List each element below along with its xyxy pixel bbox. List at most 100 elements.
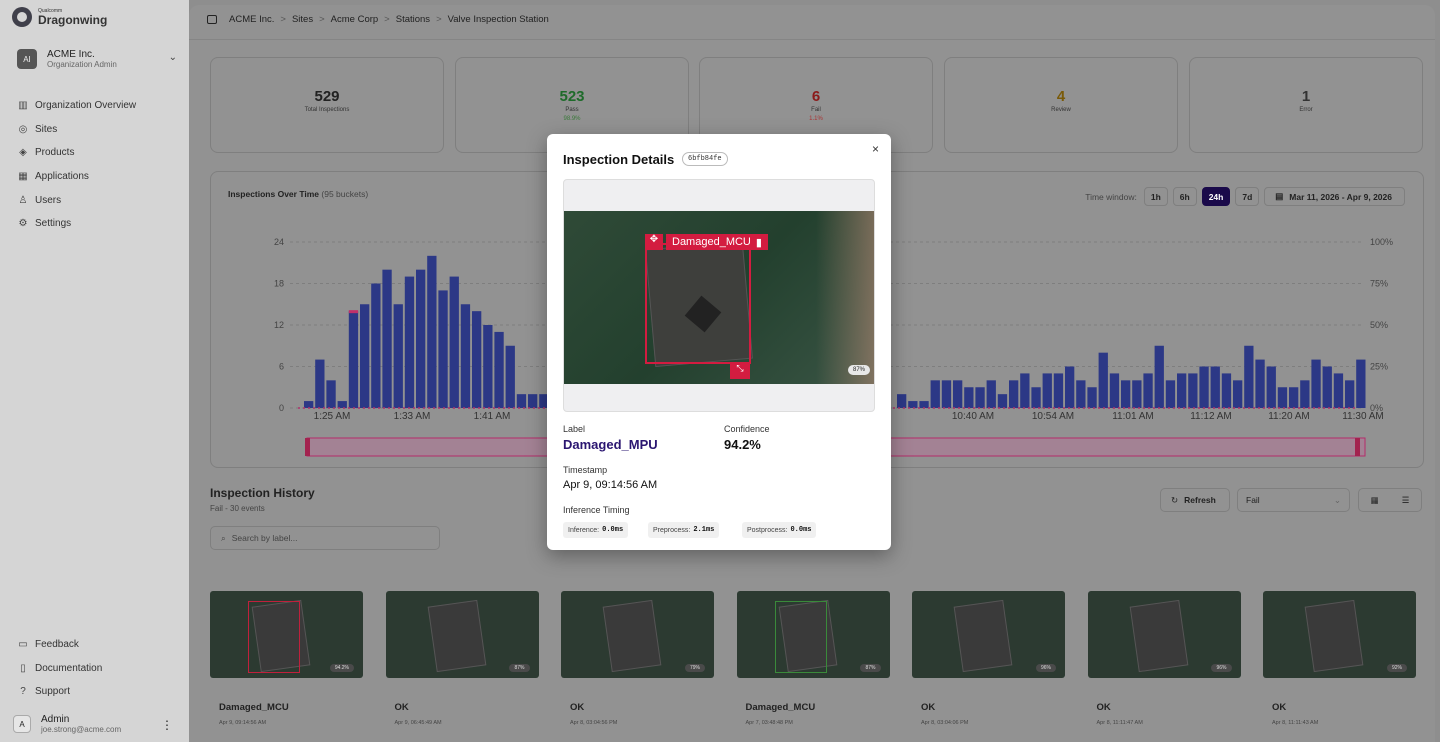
search-placeholder: Search by label... <box>231 533 298 543</box>
org-role: Organization Admin <box>47 60 117 69</box>
status-filter-select[interactable]: Fail ⌄ <box>1237 488 1350 512</box>
sidebar-item-users[interactable]: ♙ Users <box>17 188 136 212</box>
breadcrumb-item[interactable]: ACME Inc. <box>229 14 274 25</box>
chart-bar <box>382 269 392 408</box>
header-divider <box>189 39 1435 40</box>
history-thumbnail[interactable]: 92% <box>1263 591 1416 678</box>
x-tick-label: 1:25 AM <box>314 411 351 422</box>
stat-percent: 98.9% <box>563 116 581 122</box>
timing-name: Preprocess: <box>653 526 691 534</box>
fail-marker <box>348 310 359 314</box>
book-icon: ▯ <box>20 662 26 674</box>
stat-label: Error <box>1299 107 1313 113</box>
timing-caption: Inference Timing <box>563 505 630 515</box>
inspection-details-modal: Inspection Details 6bfb84fe × ✥ Damaged_… <box>547 134 891 550</box>
box-icon: ◈ <box>19 147 27 159</box>
history-item-date: Apr 8, 11:11:43 AM <box>1272 720 1319 726</box>
y2-tick-label: 50% <box>1370 320 1388 330</box>
history-thumbnail[interactable]: 87% <box>385 591 539 678</box>
chart-bar <box>416 269 426 408</box>
history-thumbnail[interactable]: 79% <box>561 591 714 678</box>
timing-chip: Inference: 0.0ms <box>563 522 629 538</box>
history-thumbnail[interactable]: 96% <box>912 591 1065 678</box>
breadcrumb-separator: > <box>436 14 442 25</box>
org-switcher[interactable]: AI ACME Inc. Organization Admin ⌄ <box>9 42 181 76</box>
sidebar-item-sites[interactable]: ◎ Sites <box>17 118 136 142</box>
chart-bar <box>1289 387 1299 408</box>
breadcrumb-item[interactable]: Acme Corp <box>331 14 379 25</box>
grid-view-icon[interactable]: ▦ <box>1371 495 1379 506</box>
brush-handle-right <box>1355 438 1360 456</box>
history-item-date: Apr 9, 09:14:56 AM <box>219 720 267 726</box>
trash-icon[interactable]: ▮ <box>756 236 762 249</box>
stat-value: 4 <box>1056 88 1066 105</box>
chart-bar <box>1121 380 1131 408</box>
history-item-date: Apr 8, 11:11:47 AM <box>1096 720 1143 726</box>
close-icon[interactable]: × <box>872 142 879 156</box>
timing-value: 0.0ms <box>602 526 624 534</box>
chart-bar <box>1065 366 1075 408</box>
breadcrumb-item[interactable]: Stations <box>396 14 430 25</box>
chat-icon: ▭ <box>18 639 28 651</box>
chart-bar <box>348 311 359 408</box>
pcb-image <box>602 599 662 673</box>
chart-bar <box>304 401 314 408</box>
logo[interactable]: Qualcomm Dragonwing <box>12 7 107 27</box>
inspection-image-frame: ✥ Damaged_MCU ▮ ⤡ 87% <box>563 179 875 412</box>
sidebar-item-support[interactable]: ? Support <box>17 680 102 704</box>
history-thumbnail[interactable]: 87% <box>736 591 890 678</box>
resize-icon[interactable]: ⤡ <box>730 363 750 379</box>
status-filter-value: Fail <box>1246 495 1260 505</box>
y-tick-label: 12 <box>274 320 284 330</box>
sidebar-item-organization-overview[interactable]: ▥ Organization Overview <box>17 94 136 118</box>
refresh-button[interactable]: ↻ Refresh <box>1160 488 1230 512</box>
thumbnail-confidence: 87% <box>509 664 530 672</box>
sidebar-nav: ▥ Organization Overview ◎ Sites ◈ Products ▦ Ap… <box>17 94 136 236</box>
chart-bar <box>953 380 963 408</box>
sidebar-item-feedback[interactable]: ▭ Feedback <box>17 633 102 657</box>
history-thumbnail[interactable]: 96% <box>1087 591 1241 678</box>
sidebar-item-label: Settings <box>35 218 72 230</box>
refresh-icon: ↻ <box>1171 494 1179 505</box>
users-icon: ♙ <box>18 194 28 206</box>
move-icon[interactable]: ✥ <box>645 234 663 250</box>
breadcrumb-item[interactable]: Sites <box>292 14 313 25</box>
sidebar-item-label: Organization Overview <box>35 100 137 112</box>
chart-bar <box>326 380 336 408</box>
x-tick-label: 1:41 AM <box>474 411 511 422</box>
pcb-image <box>427 599 486 673</box>
sidebar-item-documentation[interactable]: ▯ Documentation <box>17 657 102 681</box>
bounding-box[interactable] <box>645 243 751 364</box>
pcb-image <box>1129 599 1188 673</box>
chart-bar <box>1356 359 1366 408</box>
sidebar-toggle-icon[interactable] <box>207 15 217 24</box>
chart-bar <box>986 380 996 408</box>
stat-label: Total Inspections <box>304 107 350 113</box>
user-menu[interactable]: A Admin joe.strong@acme.com ⋮ <box>9 714 181 734</box>
sidebar-item-products[interactable]: ◈ Products <box>17 141 136 165</box>
chart-bar <box>1132 380 1142 408</box>
sidebar-item-applications[interactable]: ▦ Applications <box>17 165 136 189</box>
x-tick-label: 11:12 AM <box>1190 411 1232 422</box>
sidebar-item-settings[interactable]: ⚙ Settings <box>17 212 136 236</box>
list-view-icon[interactable]: ☰ <box>1402 495 1410 506</box>
stat-label: Fail <box>811 107 821 113</box>
x-tick-label: 1:33 AM <box>394 411 431 422</box>
thumbnail-confidence: 87% <box>860 664 881 672</box>
chart-bar <box>919 401 929 408</box>
stat-value: 6 <box>811 88 821 105</box>
chart-bar <box>505 345 515 408</box>
search-input[interactable]: ⌕ Search by label... <box>210 526 440 550</box>
more-icon[interactable]: ⋮ <box>161 718 173 732</box>
modal-title: Inspection Details <box>563 152 675 167</box>
chart-bar <box>1076 380 1086 408</box>
chart-bar <box>315 359 325 408</box>
chart-bar <box>1300 380 1310 408</box>
timing-value: 0.0ms <box>790 526 812 534</box>
chevron-down-icon: ⌄ <box>168 52 177 63</box>
thumbnail-confidence: 79% <box>684 664 705 672</box>
sidebar-item-label: Users <box>35 194 62 206</box>
chart-bar <box>1188 373 1198 408</box>
chart-bar <box>941 380 952 408</box>
history-thumbnail[interactable]: 94.2% <box>210 591 363 678</box>
